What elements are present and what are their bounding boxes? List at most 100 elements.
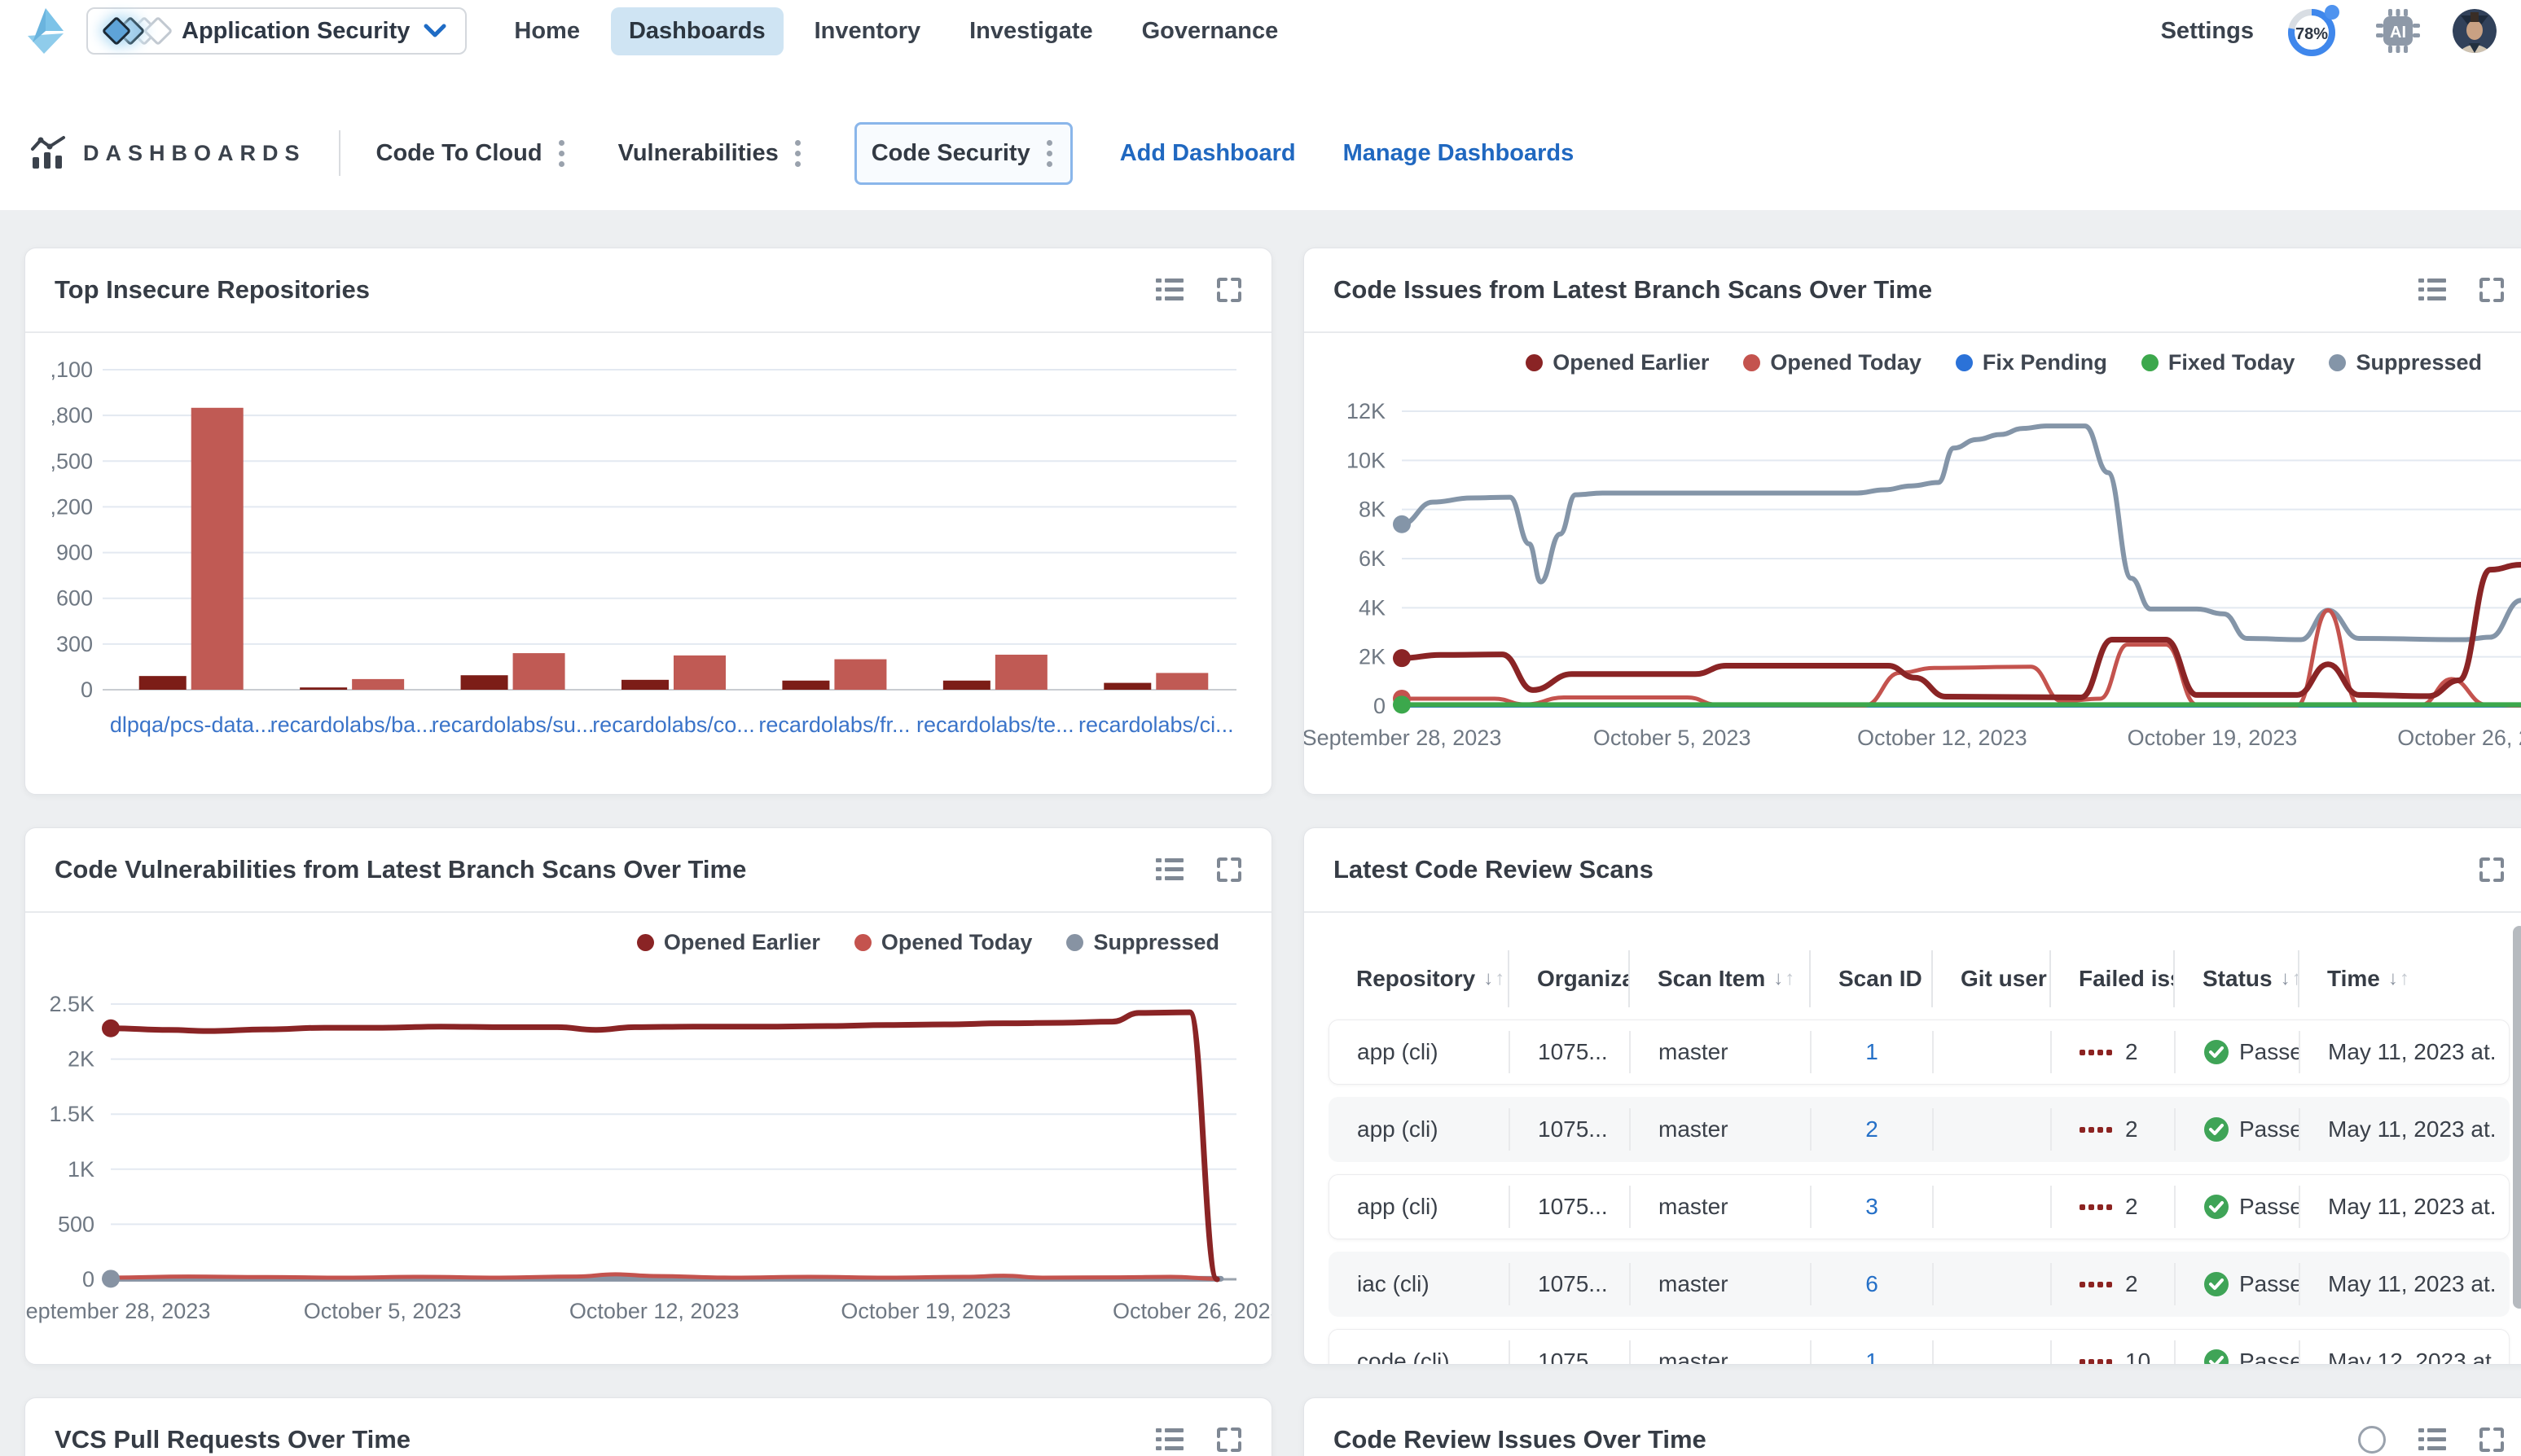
- legend-list-icon[interactable]: [1156, 1427, 1184, 1452]
- legend-item-fix-pending[interactable]: Fix Pending: [1956, 350, 2107, 375]
- column-header-git-user[interactable]: Git user↓↑: [1933, 950, 2051, 1007]
- settings-button[interactable]: Settings: [2161, 18, 2254, 45]
- add-dashboard-link[interactable]: Add Dashboard: [1120, 140, 1296, 167]
- column-header-label: Scan ID: [1838, 966, 1922, 992]
- legend-item-suppressed[interactable]: Suppressed: [2329, 350, 2482, 375]
- manage-dashboards-link[interactable]: Manage Dashboards: [1343, 140, 1575, 167]
- expand-icon[interactable]: [1216, 277, 1242, 303]
- table-row[interactable]: iac (cli)1075...master62PassedMay 11, 20…: [1329, 1252, 2510, 1317]
- status-badge: Passed: [2203, 1349, 2300, 1365]
- legend-item-label: Suppressed: [2356, 350, 2482, 375]
- card-latest-code-review-scans: Latest Code Review Scans Repository↓↑Org…: [1303, 827, 2521, 1365]
- cell-failed-issu: 2: [2052, 1108, 2176, 1151]
- nav-item-governance[interactable]: Governance: [1124, 7, 1297, 55]
- cell-organizat: 1075...: [1510, 1340, 1631, 1365]
- bar-category-link[interactable]: recardolabs/su...: [432, 713, 595, 737]
- column-header-scan-id[interactable]: Scan ID↓↑: [1811, 950, 1933, 1007]
- progress-ring-value: 78%: [2295, 25, 2328, 43]
- status-text: Passed: [2239, 1349, 2300, 1365]
- cell-failed-issu: 2: [2052, 1186, 2176, 1228]
- column-header-time[interactable]: Time ↓↑: [2299, 950, 2495, 1007]
- code-issues-chart: 02K4K6K8K10K12KSeptember 28, 2023October…: [1304, 392, 2521, 781]
- scan-id-link[interactable]: 1: [1865, 1039, 1878, 1065]
- legend-item-fixed-today[interactable]: Fixed Today: [2141, 350, 2295, 375]
- legend-list-icon[interactable]: [2418, 1427, 2446, 1452]
- cell-git-user: [1934, 1108, 2052, 1151]
- svg-text:2.5K: 2.5K: [49, 992, 94, 1016]
- expand-icon[interactable]: [2479, 1427, 2505, 1453]
- kebab-menu-icon[interactable]: [792, 137, 804, 170]
- kebab-menu-icon[interactable]: [556, 137, 568, 170]
- sort-arrows-icon[interactable]: ↓↑: [1483, 969, 1504, 989]
- cell-scan-id[interactable]: 1: [1812, 1031, 1934, 1073]
- dashboards-toolbar: DASHBOARDS Code To CloudVulnerabilitiesC…: [0, 62, 2521, 210]
- svg-text:October 26, 2023: October 26, 2023: [2397, 726, 2521, 750]
- cell-scan-id[interactable]: 1: [1812, 1340, 1934, 1365]
- table-row[interactable]: code (cli)1075...master110PassedMay 12, …: [1329, 1329, 2510, 1365]
- column-header-status[interactable]: Status↓↑: [2175, 950, 2299, 1007]
- cell-scan-id[interactable]: 6: [1812, 1263, 1934, 1305]
- column-header-failed-issu[interactable]: Failed issu: [2051, 950, 2175, 1007]
- nav-item-inventory[interactable]: Inventory: [797, 7, 939, 55]
- card-top-insecure-repositories: Top Insecure Repositories ,100,800,500,2…: [24, 248, 1272, 795]
- expand-icon[interactable]: [2479, 277, 2505, 303]
- legend-item-suppressed[interactable]: Suppressed: [1066, 930, 1219, 955]
- legend-list-icon[interactable]: [1156, 857, 1184, 882]
- svg-text:October 19, 2023: October 19, 2023: [841, 1299, 1011, 1323]
- legend-list-icon[interactable]: [1156, 278, 1184, 302]
- bar-category-link[interactable]: dlpqa/pcs-data...: [110, 713, 273, 737]
- cell-scan-id[interactable]: 3: [1812, 1186, 1934, 1228]
- nav-item-investigate[interactable]: Investigate: [951, 7, 1111, 55]
- column-header-scan-item[interactable]: Scan Item ↓↑: [1630, 950, 1811, 1007]
- legend-item-opened-earlier[interactable]: Opened Earlier: [637, 930, 820, 955]
- dashboard-tab-code-security[interactable]: Code Security: [854, 122, 1073, 185]
- topbar-right-cluster: Settings 78% AI: [2161, 3, 2497, 59]
- cell-scan-id[interactable]: 2: [1812, 1108, 1934, 1151]
- column-header-label: Time: [2327, 966, 2380, 992]
- bar-category-link[interactable]: recardolabs/fr...: [758, 713, 910, 737]
- scan-id-link[interactable]: 2: [1865, 1116, 1878, 1142]
- scan-id-link[interactable]: 3: [1865, 1194, 1878, 1220]
- scan-id-link[interactable]: 1: [1865, 1349, 1878, 1365]
- legend-list-icon[interactable]: [2418, 278, 2446, 302]
- column-header-label: Scan Item: [1658, 966, 1765, 992]
- bar-category-link[interactable]: recardolabs/ci...: [1078, 713, 1234, 737]
- expand-icon[interactable]: [1216, 1427, 1242, 1453]
- status-text: Passed: [2239, 1194, 2300, 1220]
- expand-icon[interactable]: [1216, 857, 1242, 883]
- column-header-repository[interactable]: Repository↓↑: [1329, 950, 1509, 1007]
- legend-item-opened-today[interactable]: Opened Today: [1743, 350, 1921, 375]
- sort-arrows-icon[interactable]: ↓↑: [2388, 969, 2409, 989]
- cell-repository: app (cli): [1329, 1186, 1510, 1228]
- sort-arrows-icon[interactable]: ↓↑: [1773, 969, 1794, 989]
- sort-arrows-icon[interactable]: ↓↑: [2281, 969, 2299, 989]
- dashboard-tab-code-to-cloud[interactable]: Code To Cloud: [376, 137, 568, 170]
- progress-ring-badge[interactable]: 78%: [2285, 3, 2343, 59]
- kebab-menu-icon[interactable]: [1043, 137, 1056, 170]
- status-text: Passed: [2239, 1039, 2300, 1065]
- bar-category-link[interactable]: recardolabs/te...: [916, 713, 1074, 737]
- bar-category-link[interactable]: recardolabs/ba...: [270, 713, 434, 737]
- dashboard-tab-vulnerabilities[interactable]: Vulnerabilities: [618, 137, 804, 170]
- nav-item-dashboards[interactable]: Dashboards: [611, 7, 784, 55]
- table-row[interactable]: app (cli)1075...master12PassedMay 11, 20…: [1329, 1020, 2510, 1085]
- expand-icon[interactable]: [2479, 857, 2505, 883]
- ai-copilot-icon[interactable]: AI: [2374, 7, 2422, 55]
- card-code-review-issues-over-time: Code Review Issues Over Time: [1303, 1397, 2521, 1456]
- scan-id-link[interactable]: 6: [1865, 1271, 1878, 1297]
- table-row[interactable]: app (cli)1075...master32PassedMay 11, 20…: [1329, 1174, 2510, 1239]
- cell-git-user: [1934, 1186, 2052, 1228]
- product-switcher[interactable]: Application Security: [86, 7, 467, 55]
- nav-item-home[interactable]: Home: [496, 7, 598, 55]
- cell-failed-issu: 2: [2052, 1263, 2176, 1305]
- table-scrollbar[interactable]: [2513, 926, 2521, 1309]
- user-avatar[interactable]: [2453, 9, 2497, 53]
- legend-item-opened-today[interactable]: Opened Today: [854, 930, 1033, 955]
- column-header-organizat[interactable]: Organizat: [1509, 950, 1630, 1007]
- main-nav: Home Dashboards InventoryInvestigate Govern…: [496, 7, 1296, 55]
- legend-item-opened-earlier[interactable]: Opened Earlier: [1526, 350, 1709, 375]
- severity-dots-icon: [2080, 1204, 2112, 1210]
- table-row[interactable]: app (cli)1075...master22PassedMay 11, 20…: [1329, 1097, 2510, 1162]
- product-modules-icon: [106, 20, 169, 42]
- bar-category-link[interactable]: recardolabs/co...: [592, 713, 755, 737]
